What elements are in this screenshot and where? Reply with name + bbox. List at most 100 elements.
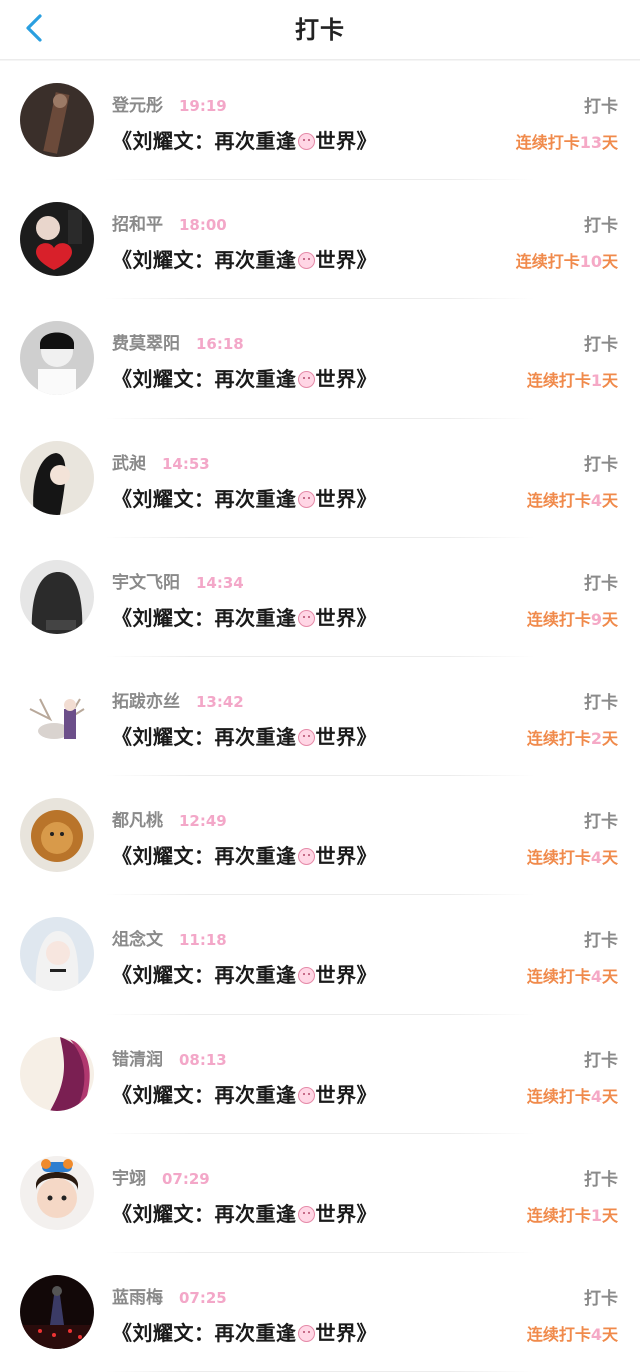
avatar[interactable] — [20, 321, 94, 396]
streak-prefix: 连续打卡 — [526, 967, 591, 987]
streak-suffix: 天 — [601, 1086, 618, 1106]
checkin-content: 《刘耀文：再次重逢 世界》 — [112, 244, 377, 273]
user-name: 错清润 08:13 — [112, 1045, 227, 1070]
list-item[interactable]: 俎念文 11:18 《刘耀文：再次重逢 世界》 打卡 连续打卡4天 — [0, 895, 640, 1015]
avatar[interactable] — [20, 440, 94, 515]
checkin-button[interactable]: 打卡 — [584, 569, 618, 594]
avatar[interactable] — [20, 1036, 94, 1111]
user-name: 宇文飞阳 14:34 — [112, 568, 244, 593]
streak-prefix: 连续打卡 — [526, 848, 591, 868]
user-name: 费莫翠阳 16:18 — [112, 329, 244, 354]
user-name-text: 错清润 — [112, 1049, 163, 1070]
avatar[interactable] — [20, 678, 94, 753]
user-name-text: 都凡桃 — [112, 811, 163, 832]
list-item[interactable]: 宇文飞阳 14:34 《刘耀文：再次重逢 世界》 打卡 连续打卡9天 — [0, 538, 640, 657]
content-title-after: 世界》 — [315, 367, 377, 392]
content-title-after: 世界》 — [315, 1320, 377, 1345]
content-title-after: 世界》 — [315, 605, 377, 630]
streak-count: 10 — [579, 252, 602, 272]
list-item[interactable]: 宇翊 07:29 《刘耀文：再次重逢 世界》 打卡 连续打卡1天 — [0, 1134, 640, 1253]
streak-label: 连续打卡4天 — [527, 844, 618, 868]
list-item[interactable]: 费莫翠阳 16:18 《刘耀文：再次重逢 世界》 打卡 连续打卡1天 — [0, 299, 640, 419]
checkin-button[interactable]: 打卡 — [584, 92, 618, 117]
user-name-text: 宇翊 — [112, 1168, 146, 1189]
content-title-before: 《刘耀文：再次重逢 — [112, 1082, 297, 1107]
streak-count: 1 — [590, 371, 602, 391]
streak-count: 4 — [590, 1086, 602, 1106]
user-name: 登元彤 19:19 — [112, 91, 227, 116]
content-title-before: 《刘耀文：再次重逢 — [112, 248, 297, 273]
list-item[interactable]: 招和平 18:00 《刘耀文：再次重逢 世界》 打卡 连续打卡10天 — [0, 180, 640, 300]
avatar[interactable] — [20, 83, 94, 157]
content-title-after: 世界》 — [315, 1201, 377, 1226]
streak-prefix: 连续打卡 — [526, 371, 591, 391]
user-name-text: 武昶 — [112, 453, 146, 474]
checkin-button[interactable]: 打卡 — [584, 1284, 618, 1309]
avatar[interactable] — [20, 202, 94, 277]
avatar[interactable] — [20, 1155, 94, 1230]
list-item[interactable]: 都凡桃 12:49 《刘耀文：再次重逢 世界》 打卡 连续打卡4天 — [0, 776, 640, 896]
list-item[interactable]: 武昶 14:53 《刘耀文：再次重逢 世界》 打卡 连续打卡4天 — [0, 419, 640, 538]
pig-face-icon — [297, 1324, 315, 1342]
content-title-before: 《刘耀文：再次重逢 — [112, 129, 297, 153]
user-name-text: 登元彤 — [112, 96, 163, 116]
checkin-content: 《刘耀文：再次重逢 世界》 — [112, 959, 377, 988]
streak-count: 4 — [590, 490, 602, 510]
checkin-button[interactable]: 打卡 — [584, 450, 618, 475]
pig-face-icon — [297, 252, 315, 270]
user-name: 都凡桃 12:49 — [112, 806, 227, 831]
streak-prefix: 连续打卡 — [515, 252, 580, 272]
avatar[interactable] — [20, 559, 94, 634]
streak-label: 连续打卡9天 — [527, 606, 618, 630]
checkin-button[interactable]: 打卡 — [584, 926, 618, 951]
checkin-button[interactable]: 打卡 — [584, 688, 618, 713]
streak-label: 连续打卡4天 — [527, 1083, 618, 1107]
streak-prefix: 连续打卡 — [526, 1205, 591, 1225]
checkin-button[interactable]: 打卡 — [584, 330, 618, 355]
streak-label: 连续打卡4天 — [527, 963, 618, 987]
user-name-text: 费莫翠阳 — [112, 334, 180, 355]
avatar[interactable] — [20, 1274, 94, 1349]
checkin-time: 13:42 — [196, 692, 244, 711]
checkin-button[interactable]: 打卡 — [584, 807, 618, 832]
content-title-before: 《刘耀文：再次重逢 — [112, 963, 297, 988]
list-item[interactable]: 登元彤 19:19 《刘耀文：再次重逢 世界》 打卡 连续打卡13天 — [0, 61, 640, 181]
list-item[interactable]: 拓跋亦丝 13:42 《刘耀文：再次重逢 世界》 打卡 连续打卡2天 — [0, 657, 640, 777]
streak-suffix: 天 — [601, 371, 618, 391]
checkin-button[interactable]: 打卡 — [584, 1046, 618, 1071]
checkin-content: 《刘耀文：再次重逢 世界》 — [112, 1079, 377, 1108]
checkin-time: 12:49 — [179, 812, 227, 831]
avatar[interactable] — [20, 798, 94, 873]
content-title-after: 世界》 — [315, 486, 377, 511]
content-title-before: 《刘耀文：再次重逢 — [112, 486, 297, 511]
list-item[interactable]: 蓝雨梅 07:25 《刘耀文：再次重逢 世界》 打卡 连续打卡4天 — [0, 1253, 640, 1372]
list-item[interactable]: 错清润 08:13 《刘耀文：再次重逢 世界》 打卡 连续打卡4天 — [0, 1015, 640, 1134]
pig-face-icon — [297, 1086, 315, 1104]
user-name-text: 宇文飞阳 — [112, 572, 180, 593]
content-title-before: 《刘耀文：再次重逢 — [112, 1201, 297, 1226]
streak-suffix: 天 — [601, 1324, 618, 1344]
avatar[interactable] — [20, 917, 94, 992]
user-name: 拓跋亦丝 13:42 — [112, 687, 244, 712]
streak-count: 4 — [590, 1324, 602, 1344]
checkin-button[interactable]: 打卡 — [584, 1165, 618, 1190]
checkin-button[interactable]: 打卡 — [584, 211, 618, 236]
content-title-after: 世界》 — [315, 724, 377, 749]
checkin-time: 11:18 — [179, 931, 227, 950]
streak-count: 2 — [590, 728, 602, 748]
streak-suffix: 天 — [601, 609, 618, 629]
streak-label: 连续打卡1天 — [527, 367, 618, 391]
streak-count: 4 — [590, 848, 602, 868]
user-name: 蓝雨梅 07:25 — [112, 1283, 227, 1308]
user-name-text: 蓝雨梅 — [112, 1287, 163, 1308]
streak-suffix: 天 — [601, 848, 618, 868]
checkin-content: 《刘耀文：再次重逢 世界》 — [112, 483, 377, 512]
streak-suffix: 天 — [601, 252, 618, 272]
pig-face-icon — [297, 848, 315, 866]
streak-count: 1 — [590, 1205, 602, 1225]
streak-label: 连续打卡1天 — [527, 1202, 618, 1226]
pig-face-icon — [297, 967, 315, 985]
user-name: 俎念文 11:18 — [112, 925, 227, 950]
checkin-time: 19:19 — [179, 97, 227, 115]
streak-count: 13 — [579, 133, 602, 152]
